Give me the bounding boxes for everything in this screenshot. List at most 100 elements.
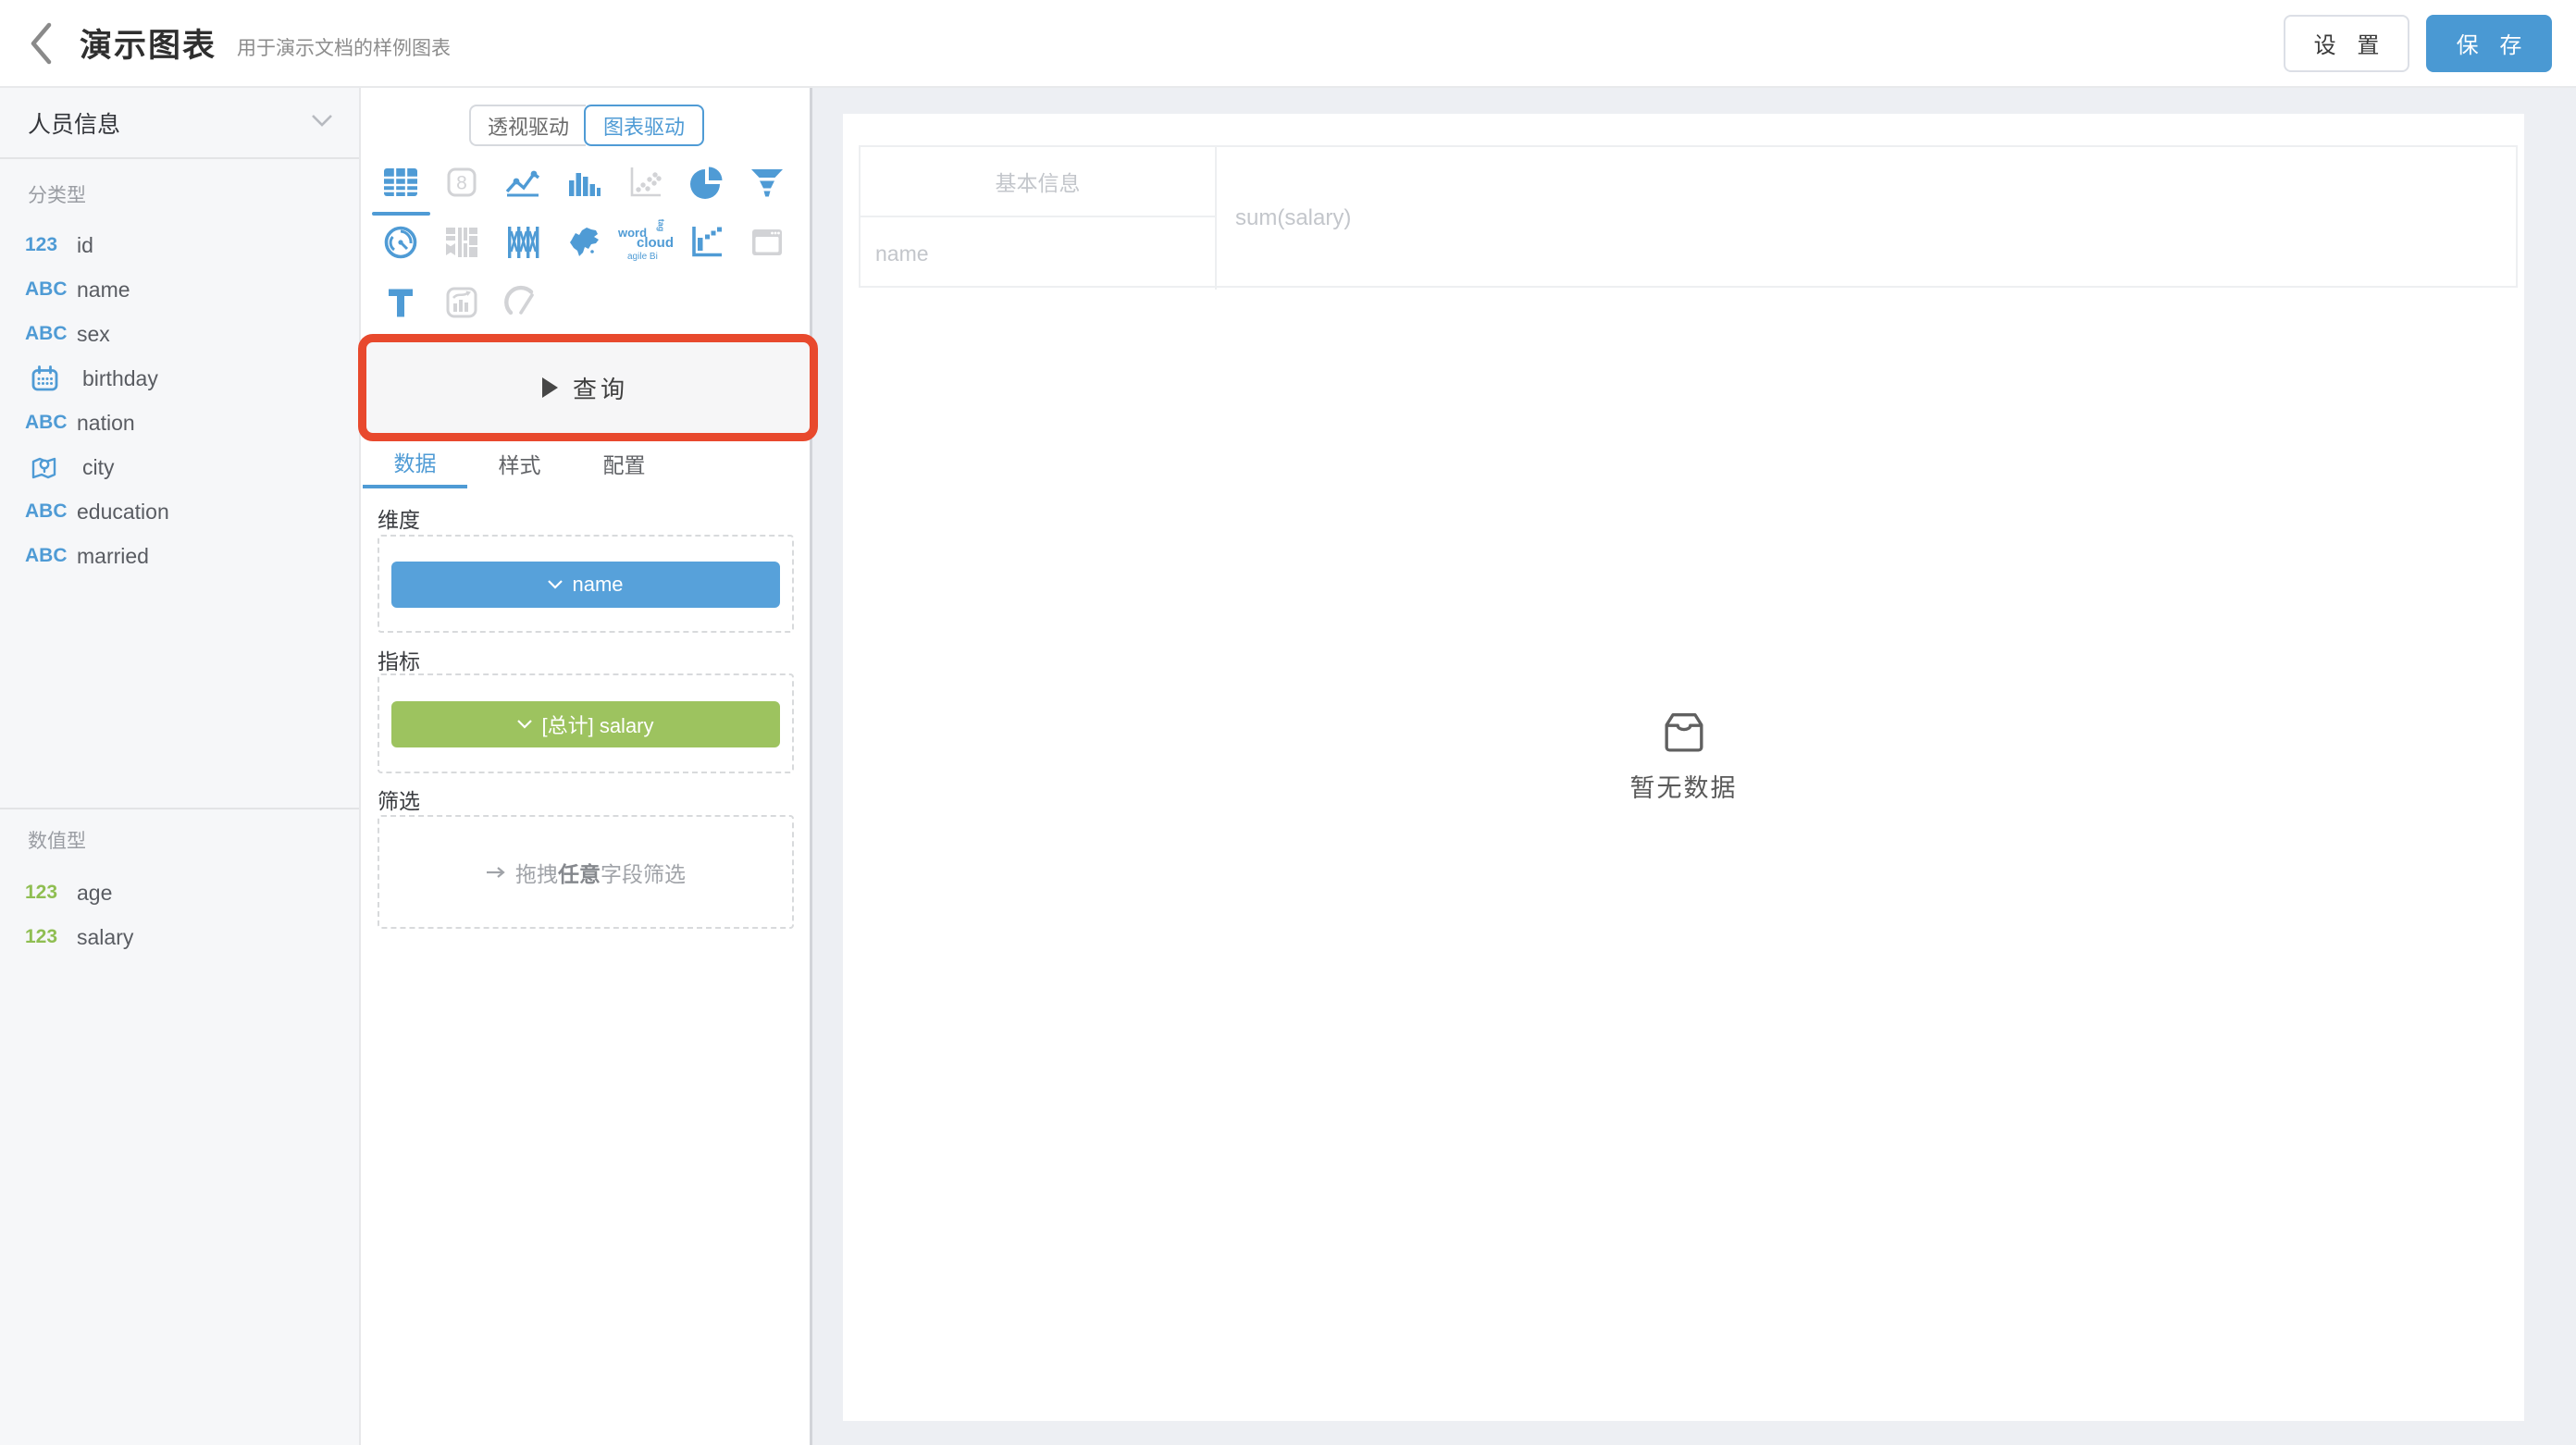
pivot-driven-tab[interactable]: 透视驱动 <box>469 105 586 146</box>
chart-config-panel: 透视驱动 图表驱动 8 <box>361 88 810 1445</box>
chart-type-scatter[interactable] <box>614 158 675 206</box>
chevron-down-icon <box>517 720 532 729</box>
line-chart-icon <box>503 164 542 201</box>
number-type-icon: 123 <box>25 882 73 904</box>
chevron-down-icon <box>548 580 563 589</box>
chart-type-crosstab[interactable] <box>431 218 492 266</box>
driver-mode-toggle: 透视驱动 图表驱动 <box>469 105 704 146</box>
field-birthday[interactable]: birthday <box>0 356 359 401</box>
mixed-chart-icon <box>442 284 481 321</box>
kpi-card-icon: 8 <box>442 164 481 201</box>
metric-drop-zone[interactable]: [总计] salary <box>378 673 794 773</box>
timeline-chart-icon <box>687 224 725 261</box>
chart-type-grid: 8 <box>370 158 798 327</box>
header: 演示图表 用于演示文档的样例图表 设 置 保 存 <box>0 0 2576 88</box>
svg-text:8: 8 <box>456 173 467 194</box>
back-chevron-icon <box>28 21 54 66</box>
chart-type-map[interactable] <box>553 218 614 266</box>
chart-type-radar[interactable] <box>370 218 431 266</box>
dimension-pill[interactable]: name <box>391 562 780 608</box>
panel-tabs: 数据 样式 配置 <box>363 438 676 488</box>
chart-type-text[interactable] <box>370 278 431 327</box>
field-age[interactable]: 123 age <box>0 871 359 915</box>
table-value-header: sum(salary) <box>1217 147 2516 290</box>
text-type-icon: ABC <box>25 323 73 345</box>
field-salary[interactable]: 123 salary <box>0 915 359 959</box>
metric-label: 指标 <box>378 644 420 675</box>
sidebar-divider <box>0 808 359 809</box>
pie-chart-icon <box>687 164 725 201</box>
tab-data[interactable]: 数据 <box>363 438 467 488</box>
chart-type-parallel[interactable] <box>492 218 553 266</box>
chart-type-line[interactable] <box>492 158 553 206</box>
header-actions: 设 置 保 存 <box>2284 15 2552 72</box>
chart-type-table[interactable] <box>370 158 431 206</box>
text-type-icon: ABC <box>25 278 73 301</box>
chart-canvas: 基本信息 name sum(salary) 暂无数据 <box>843 114 2524 1421</box>
chart-type-mixed[interactable] <box>431 278 492 327</box>
table-chart-icon <box>381 164 420 201</box>
field-sex[interactable]: ABC sex <box>0 312 359 356</box>
filter-hint: 拖拽任意字段筛选 <box>379 817 792 927</box>
field-name[interactable]: ABC name <box>0 267 359 312</box>
chart-type-iframe[interactable] <box>737 218 798 266</box>
chart-type-pie[interactable] <box>675 158 737 206</box>
settings-button[interactable]: 设 置 <box>2284 15 2409 72</box>
categorical-field-list: 123 id ABC name ABC sex birthday ABC nat… <box>0 223 359 578</box>
chart-type-kpi-card[interactable]: 8 <box>431 158 492 206</box>
bar-chart-icon <box>564 164 603 201</box>
funnel-chart-icon <box>748 164 786 201</box>
selected-chart-underline <box>372 212 430 216</box>
dataset-sidebar: 人员信息 分类型 123 id ABC name ABC sex <box>0 88 361 1445</box>
categorical-section-label: 分类型 <box>28 180 86 208</box>
location-icon <box>25 453 79 482</box>
wordcloud-chart-icon: word tag cloud agile Bi <box>616 219 674 266</box>
crosstab-icon <box>442 224 481 261</box>
iframe-icon <box>748 224 786 261</box>
field-nation[interactable]: ABC nation <box>0 401 359 445</box>
empty-text: 暂无数据 <box>1630 768 1738 804</box>
chart-type-gauge[interactable] <box>492 278 553 327</box>
preview-area: 基本信息 name sum(salary) 暂无数据 <box>810 88 2576 1445</box>
numeric-section-label: 数值型 <box>28 826 86 854</box>
arrow-right-icon <box>486 866 506 879</box>
chart-driven-tab[interactable]: 图表驱动 <box>584 105 704 146</box>
table-row-header: name <box>861 217 1217 290</box>
chart-type-bar[interactable] <box>553 158 614 206</box>
save-button[interactable]: 保 存 <box>2426 15 2552 72</box>
dataset-name: 人员信息 <box>28 106 120 140</box>
dimension-drop-zone[interactable]: name <box>378 535 794 633</box>
calendar-icon <box>25 364 79 393</box>
chart-type-wordcloud[interactable]: word tag cloud agile Bi <box>614 218 675 266</box>
chart-editor-app: 演示图表 用于演示文档的样例图表 设 置 保 存 人员信息 分类型 123 id… <box>0 0 2576 1445</box>
field-id[interactable]: 123 id <box>0 223 359 267</box>
field-married[interactable]: ABC married <box>0 534 359 578</box>
number-type-icon: 123 <box>25 926 73 948</box>
filter-drop-zone[interactable]: 拖拽任意字段筛选 <box>378 815 794 929</box>
preview-table: 基本信息 name sum(salary) <box>859 145 2518 288</box>
tab-style[interactable]: 样式 <box>467 438 572 488</box>
table-group-header: 基本信息 <box>861 147 1217 217</box>
page-subtitle: 用于演示文档的样例图表 <box>237 26 451 61</box>
number-type-icon: 123 <box>25 234 73 256</box>
dataset-selector[interactable]: 人员信息 <box>0 88 359 159</box>
chevron-down-icon <box>311 114 333 131</box>
field-city[interactable]: city <box>0 445 359 489</box>
text-type-icon: ABC <box>25 412 73 434</box>
empty-box-icon <box>1658 710 1710 753</box>
field-education[interactable]: ABC education <box>0 489 359 534</box>
tab-config[interactable]: 配置 <box>572 438 676 488</box>
numeric-field-list: 123 age 123 salary <box>0 871 359 959</box>
dimension-label: 维度 <box>378 502 420 534</box>
back-button[interactable] <box>19 16 63 71</box>
map-chart-icon <box>564 224 604 261</box>
page-title: 演示图表 <box>80 19 217 67</box>
chart-type-funnel[interactable] <box>737 158 798 206</box>
chart-type-timeline[interactable] <box>675 218 737 266</box>
scatter-chart-icon <box>625 164 664 201</box>
parallel-chart-icon <box>503 224 542 261</box>
gauge-chart-icon <box>503 284 542 321</box>
metric-pill[interactable]: [总计] salary <box>391 701 780 747</box>
text-type-icon: ABC <box>25 545 73 567</box>
query-button[interactable]: 查询 <box>361 340 810 435</box>
